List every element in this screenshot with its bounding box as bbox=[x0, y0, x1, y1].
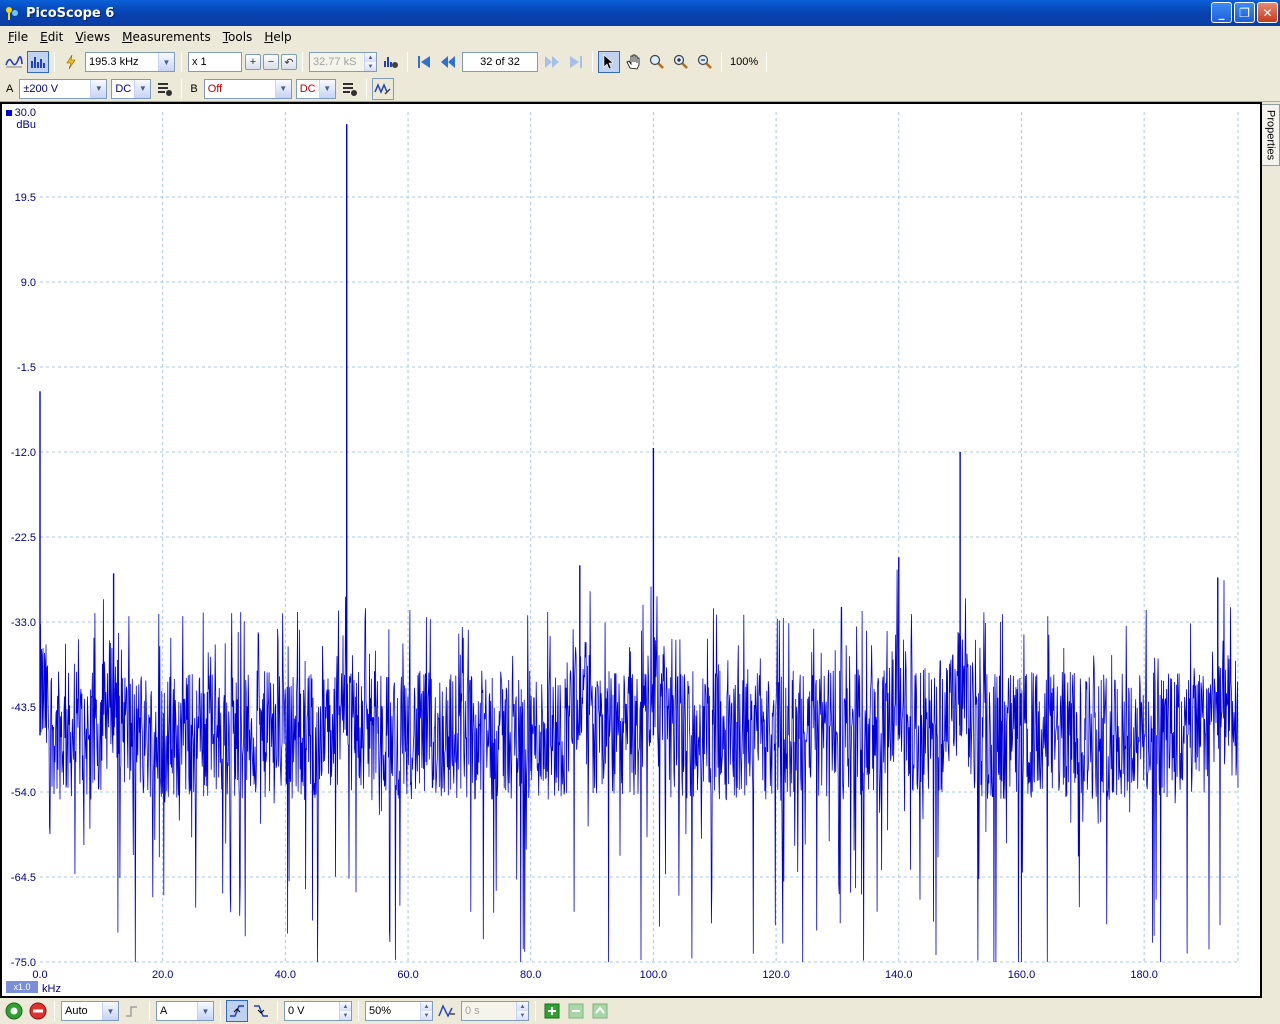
auto-setup-icon[interactable] bbox=[60, 51, 82, 73]
channel-a-range-select[interactable]: ±200 V ▼ bbox=[19, 78, 108, 99]
channel-a-coupling-select[interactable]: DC ▼ bbox=[111, 78, 152, 99]
spectrum-range-select[interactable]: 195.3 kHz ▼ bbox=[85, 52, 175, 72]
title-bar: PicoScope 6 _ ❐ ✕ bbox=[0, 0, 1280, 26]
x-tick-label: 20.0 bbox=[152, 969, 173, 981]
zoom-out-icon[interactable] bbox=[694, 51, 716, 73]
zoom-out-minus-button[interactable]: − bbox=[263, 54, 279, 70]
spectrum-mode-icon[interactable] bbox=[27, 51, 49, 73]
minimize-button[interactable]: _ bbox=[1211, 2, 1232, 23]
channel-b-range-select[interactable]: Off ▼ bbox=[203, 78, 292, 99]
y-tick-label: 30.0 bbox=[15, 107, 36, 119]
channel-a-options-icon[interactable] bbox=[154, 78, 176, 100]
y-tick-label: -12.0 bbox=[11, 447, 36, 459]
start-icon[interactable] bbox=[3, 1000, 25, 1022]
menu-edit[interactable]: Edit bbox=[34, 30, 69, 44]
previous-buffer-icon[interactable] bbox=[437, 51, 459, 73]
chevron-down-icon: ▼ bbox=[90, 79, 107, 98]
menu-measurements[interactable]: Measurements bbox=[116, 30, 217, 44]
zoom-in-icon[interactable] bbox=[670, 51, 692, 73]
y-axis-unit: dBu bbox=[16, 119, 36, 131]
main-toolbar: 195.3 kHz ▼ x 1 + − ↶ 32.77 kS ▲ ▼ 32 of 3… bbox=[0, 49, 1280, 75]
menu-views[interactable]: Views bbox=[69, 30, 116, 44]
close-button[interactable]: ✕ bbox=[1257, 2, 1278, 23]
picoscope-app-icon bbox=[4, 5, 20, 21]
first-buffer-icon[interactable] bbox=[413, 51, 435, 73]
channel-a-label: A bbox=[6, 82, 14, 95]
y-tick-label: -54.0 bbox=[11, 787, 36, 799]
spectrum-trace bbox=[39, 569, 1239, 963]
y-tick-label: 19.5 bbox=[15, 192, 36, 204]
rising-edge-icon[interactable] bbox=[226, 1000, 248, 1022]
chevron-down-icon: ▼ bbox=[274, 79, 291, 98]
y-tick-label: -22.5 bbox=[11, 532, 36, 544]
advanced-trigger-icon[interactable] bbox=[122, 1000, 144, 1022]
x-scale-badge-text: x1.0 bbox=[13, 982, 30, 992]
chevron-down-icon: ▼ bbox=[197, 1002, 213, 1020]
zoom-factor-field[interactable]: x 1 bbox=[188, 52, 242, 72]
add-measurement-icon[interactable] bbox=[541, 1000, 563, 1022]
chart-series-channel-a bbox=[39, 124, 1239, 963]
spectrum-chart: 30.0 19.5 9.0 -1.5 -12.0 -22.5 -33.0 -43.5 -54.0… bbox=[6, 107, 1239, 995]
x-tick-label: 0.0 bbox=[32, 969, 47, 981]
chart-grid bbox=[40, 112, 1239, 963]
y-tick-label: 9.0 bbox=[21, 277, 36, 289]
zoom-percent-button[interactable]: 100% bbox=[730, 56, 758, 68]
x-tick-label: 60.0 bbox=[397, 969, 418, 981]
chevron-down-icon: ▼ bbox=[158, 53, 174, 71]
signal-generator-icon[interactable] bbox=[371, 77, 394, 100]
chevron-down-icon: ▼ bbox=[318, 79, 335, 98]
menu-tools[interactable]: Tools bbox=[217, 30, 259, 44]
x-tick-label: 180.0 bbox=[1130, 969, 1158, 981]
x-tick-label: 120.0 bbox=[762, 969, 790, 981]
channel-b-options-icon[interactable] bbox=[339, 78, 361, 100]
x-tick-label: 80.0 bbox=[520, 969, 541, 981]
spectrum-options-icon[interactable] bbox=[380, 51, 402, 73]
spectrum-view[interactable]: 30.0 19.5 9.0 -1.5 -12.0 -22.5 -33.0 -43.5 -54.0… bbox=[0, 102, 1262, 998]
edit-measurement-icon[interactable] bbox=[565, 1000, 587, 1022]
channel-a-marker bbox=[6, 110, 12, 116]
chevron-down-icon: ▼ bbox=[134, 79, 151, 98]
x-axis-unit: kHz bbox=[42, 983, 61, 995]
x-tick-label: 40.0 bbox=[275, 969, 296, 981]
zoom-in-plus-button[interactable]: + bbox=[245, 54, 261, 70]
scope-mode-icon[interactable] bbox=[3, 51, 25, 73]
y-tick-label: -33.0 bbox=[11, 617, 36, 629]
menu-help[interactable]: Help bbox=[258, 30, 297, 44]
chart-axes: 30.0 19.5 9.0 -1.5 -12.0 -22.5 -33.0 -43.5 -54.0… bbox=[6, 107, 1158, 995]
y-tick-label: -64.5 bbox=[11, 872, 36, 884]
last-buffer-icon[interactable] bbox=[565, 51, 587, 73]
y-tick-label: -75.0 bbox=[11, 957, 36, 969]
x-tick-label: 100.0 bbox=[640, 969, 668, 981]
trigger-mode-select[interactable]: Auto ▼ bbox=[61, 1001, 119, 1021]
channel-b-label: B bbox=[190, 82, 198, 95]
menu-bar: File Edit Views Measurements Tools Help bbox=[0, 26, 1280, 48]
channel-toolbar: A ±200 V ▼ DC ▼ B Off ▼ DC ▼ bbox=[0, 76, 1280, 102]
trigger-toolbar: Auto ▼ A ▼ 0 V ▲ ▼ 50% ▲ ▼ 0 s ▲ ▼ bbox=[0, 998, 1280, 1024]
channel-b-coupling-select[interactable]: DC ▼ bbox=[295, 78, 336, 99]
trigger-source-select[interactable]: A ▼ bbox=[156, 1001, 214, 1021]
delete-measurement-icon[interactable] bbox=[589, 1000, 611, 1022]
menu-file[interactable]: File bbox=[2, 30, 34, 44]
pre-trigger-field[interactable]: 50% ▲ ▼ bbox=[365, 1001, 433, 1021]
y-tick-label: -1.5 bbox=[17, 362, 36, 374]
stop-icon[interactable] bbox=[27, 1000, 49, 1022]
zoom-reset-button[interactable]: ↶ bbox=[281, 54, 297, 70]
hand-tool-icon[interactable] bbox=[622, 51, 644, 73]
buffer-navigator-field[interactable]: 32 of 32 bbox=[462, 52, 538, 72]
trigger-delay-icon[interactable] bbox=[436, 1000, 458, 1022]
trigger-delay-field[interactable]: 0 s ▲ ▼ bbox=[461, 1001, 529, 1021]
properties-tab[interactable]: Properties bbox=[1262, 104, 1280, 166]
chevron-down-icon: ▼ bbox=[102, 1002, 118, 1020]
falling-edge-icon[interactable] bbox=[250, 1000, 272, 1022]
zoom-box-icon[interactable] bbox=[646, 51, 668, 73]
next-buffer-icon[interactable] bbox=[541, 51, 563, 73]
maximize-button[interactable]: ❐ bbox=[1234, 2, 1255, 23]
y-tick-label: -43.5 bbox=[11, 702, 36, 714]
window-title: PicoScope 6 bbox=[26, 5, 115, 21]
pointer-tool-icon[interactable] bbox=[598, 51, 620, 73]
trigger-threshold-field[interactable]: 0 V ▲ ▼ bbox=[284, 1001, 352, 1021]
samples-field[interactable]: 32.77 kS ▲ ▼ bbox=[309, 52, 377, 72]
x-tick-label: 160.0 bbox=[1008, 969, 1036, 981]
x-tick-label: 140.0 bbox=[885, 969, 913, 981]
